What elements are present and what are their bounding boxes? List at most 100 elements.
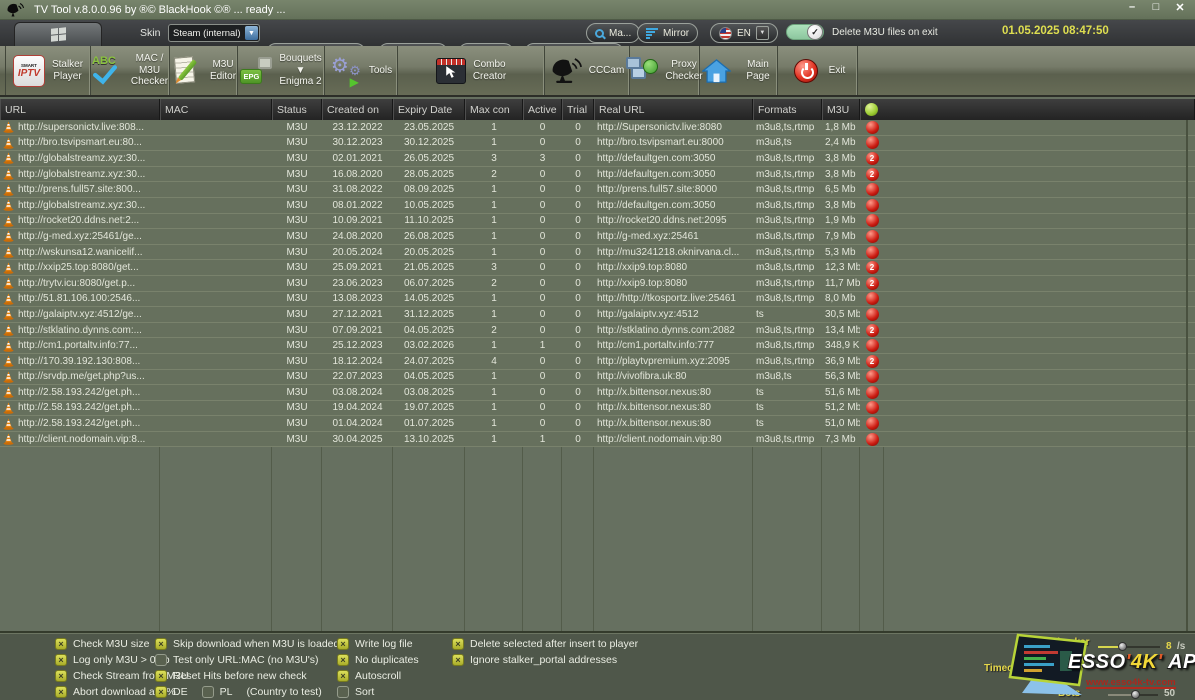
cell-mac (160, 354, 272, 369)
table-row[interactable]: http://stklatino.dynns.com:...M3U07.09.2… (0, 323, 1195, 339)
column-header-max_con[interactable]: Max con (465, 99, 523, 120)
cell-created: 02.01.2021 (322, 151, 393, 166)
windows-tab[interactable] (14, 22, 102, 46)
option-sort[interactable]: ×Sort (337, 686, 374, 698)
column-header-status[interactable]: Status (272, 99, 322, 120)
checkbox-checked[interactable]: × (155, 670, 167, 682)
checkbox-checked[interactable]: × (155, 686, 167, 698)
checkbox-unchecked[interactable]: × (202, 686, 214, 698)
table-row[interactable]: http://2.58.193.242/get.ph...M3U03.08.20… (0, 385, 1195, 401)
ribbon-button-main-page[interactable]: Main Page (700, 46, 778, 95)
ribbon-button-m3u-editor[interactable]: M3UEditor (170, 46, 238, 95)
cell-formats: m3u8,ts,rtmp (753, 167, 822, 182)
ribbon-button-tools[interactable]: ⚙⚙▶Tools (325, 46, 398, 95)
status-red-dot (866, 214, 879, 227)
skin-select[interactable]: Steam (internal) ▼ (168, 24, 260, 42)
table-row[interactable]: http://cm1.portaltv.info:77...M3U25.12.2… (0, 338, 1195, 354)
table-row[interactable]: http://client.nodomain.vip:8...M3U30.04.… (0, 432, 1195, 448)
maximize-button[interactable]: □ (1149, 1, 1163, 14)
table-row[interactable]: http://rocket20.ddns.net:2...M3U10.09.20… (0, 214, 1195, 230)
table-row[interactable]: http://170.39.192.130:808...M3U18.12.202… (0, 354, 1195, 370)
option-delete-selected-after-insert-to-player[interactable]: ×Delete selected after insert to player (452, 638, 638, 650)
table-row[interactable]: http://trytv.icu:8080/get.p...M3U23.06.2… (0, 276, 1195, 292)
slider-knob[interactable] (1131, 690, 1140, 699)
table-row[interactable]: http://2.58.193.242/get.ph...M3U19.04.20… (0, 401, 1195, 417)
language-select[interactable]: EN ▼ (710, 23, 778, 43)
cell-expiry: 11.10.2025 (393, 214, 465, 229)
ma-button[interactable]: Ma... (586, 23, 640, 43)
column-header-trial[interactable]: Trial (562, 99, 594, 120)
status-green-dot (865, 103, 878, 116)
cell-expiry: 14.05.2025 (393, 292, 465, 307)
checkbox-checked[interactable]: × (337, 654, 349, 666)
table-row[interactable]: http://51.81.106.100:2546...M3U13.08.202… (0, 292, 1195, 308)
option-reset-hits-before-new-check[interactable]: ×Reset Hits before new check (155, 670, 307, 682)
column-header-real_url[interactable]: Real URL (594, 99, 753, 120)
ribbon-button-exit[interactable]: Exit (778, 46, 858, 95)
cell-mac (160, 151, 272, 166)
table-row[interactable]: http://globalstreamz.xyz:30...M3U08.01.2… (0, 198, 1195, 214)
minimize-button[interactable]: – (1125, 1, 1139, 14)
slider-knob[interactable] (1118, 642, 1127, 651)
checkbox-checked[interactable]: × (55, 670, 67, 682)
bots-slider[interactable] (1108, 690, 1158, 699)
cell-max_con: 1 (465, 245, 523, 260)
ribbon-button-cccam[interactable]: CCCam (545, 46, 630, 95)
column-header-formats[interactable]: Formats (753, 99, 822, 120)
checkbox-checked[interactable]: × (55, 638, 67, 650)
option-autoscroll[interactable]: ×Autoscroll (337, 670, 401, 682)
option-ignore-stalker-portal-addresses[interactable]: ×Ignore stalker_portal addresses (452, 654, 617, 666)
table-row[interactable]: http://supersonictv.live:808...M3U23.12.… (0, 120, 1195, 136)
ribbon-button-proxy-checker[interactable]: ProxyChecker (630, 46, 700, 95)
option-write-log-file[interactable]: ×Write log file (337, 638, 413, 650)
mirror-button[interactable]: Mirror (637, 23, 698, 43)
table-row[interactable]: http://wskunsa12.wanicelif...M3U20.05.20… (0, 245, 1195, 261)
checkbox-checked[interactable]: × (337, 670, 349, 682)
column-header-active[interactable]: Active (523, 99, 562, 120)
table-row[interactable]: http://srvdp.me/get.php?us...M3U22.07.20… (0, 370, 1195, 386)
windows-logo-icon (51, 27, 66, 42)
ribbon-button-bouquets-enigma2[interactable]: EPGBouquets▼Enigma 2 (238, 46, 325, 95)
cell-mac (160, 385, 272, 400)
column-header-mac[interactable]: MAC (160, 99, 272, 120)
checkbox-checked[interactable]: × (55, 686, 67, 698)
chevron-down-icon[interactable]: ▼ (245, 26, 258, 40)
cell-active: 0 (523, 245, 562, 260)
table-row[interactable]: http://globalstreamz.xyz:30...M3U02.01.2… (0, 151, 1195, 167)
table-row[interactable]: http://2.58.193.242/get.ph...M3U01.04.20… (0, 416, 1195, 432)
cell-max_con: 2 (465, 167, 523, 182)
column-header-created[interactable]: Created on (322, 99, 393, 120)
ribbon-button-stalker-player[interactable]: SMARTIPTVStalkerPlayer (5, 46, 91, 95)
option-de[interactable]: ×DE×PL(Country to test) (155, 686, 322, 698)
checkbox-checked[interactable]: × (337, 638, 349, 650)
table-row[interactable]: http://bro.tsvipsmart.eu:80...M3U30.12.2… (0, 136, 1195, 152)
close-button[interactable]: ✕ (1173, 1, 1187, 14)
table-row[interactable]: http://g-med.xyz:25461/ge...M3U24.08.202… (0, 229, 1195, 245)
option-test-only-url-mac-no-m3u-s[interactable]: ×Test only URL:MAC (no M3U's) (155, 654, 319, 666)
column-header-m3u_size[interactable]: M3U (822, 99, 860, 120)
checkbox-checked[interactable]: × (452, 638, 464, 650)
column-header-url[interactable]: URL (0, 99, 160, 120)
option-check-m3u-size[interactable]: ×Check M3U size (55, 638, 149, 650)
table-row[interactable]: http://globalstreamz.xyz:30...M3U16.08.2… (0, 167, 1195, 183)
checkbox-unchecked[interactable]: × (155, 654, 167, 666)
option-log-only-m3u-0-kb[interactable]: ×Log only M3U > 0 kb (55, 654, 170, 666)
ribbon-button-mac-m3u-checker[interactable]: ABCMAC / M3UChecker (91, 46, 170, 95)
option-no-duplicates[interactable]: ×No duplicates (337, 654, 419, 666)
table-row[interactable]: http://prens.full57.site:800...M3U31.08.… (0, 182, 1195, 198)
checkbox-checked[interactable]: × (55, 654, 67, 666)
table-row[interactable]: http://xxip25.top:8080/get...M3U25.09.20… (0, 260, 1195, 276)
checkbox-checked[interactable]: × (155, 638, 167, 650)
ribbon-button-combo-creator[interactable]: ComboCreator (398, 46, 545, 95)
checkbox-checked[interactable]: × (452, 654, 464, 666)
esso4k-url: www.esso4k-tv.com (1086, 678, 1176, 689)
checkbox-unchecked[interactable]: × (337, 686, 349, 698)
column-header-expiry[interactable]: Expiry Date (393, 99, 465, 120)
scrollbar-track[interactable] (1186, 120, 1188, 631)
chevron-down-icon[interactable]: ▼ (756, 26, 769, 40)
delete-m3u-toggle[interactable]: ✓ (786, 24, 824, 40)
cell-indicator (860, 385, 884, 400)
column-header-indicator[interactable] (860, 99, 1195, 120)
table-row[interactable]: http://galaiptv.xyz:4512/ge...M3U27.12.2… (0, 307, 1195, 323)
option-skip-download-when-m3u-is-loaded[interactable]: ×Skip download when M3U is loaded (155, 638, 339, 650)
